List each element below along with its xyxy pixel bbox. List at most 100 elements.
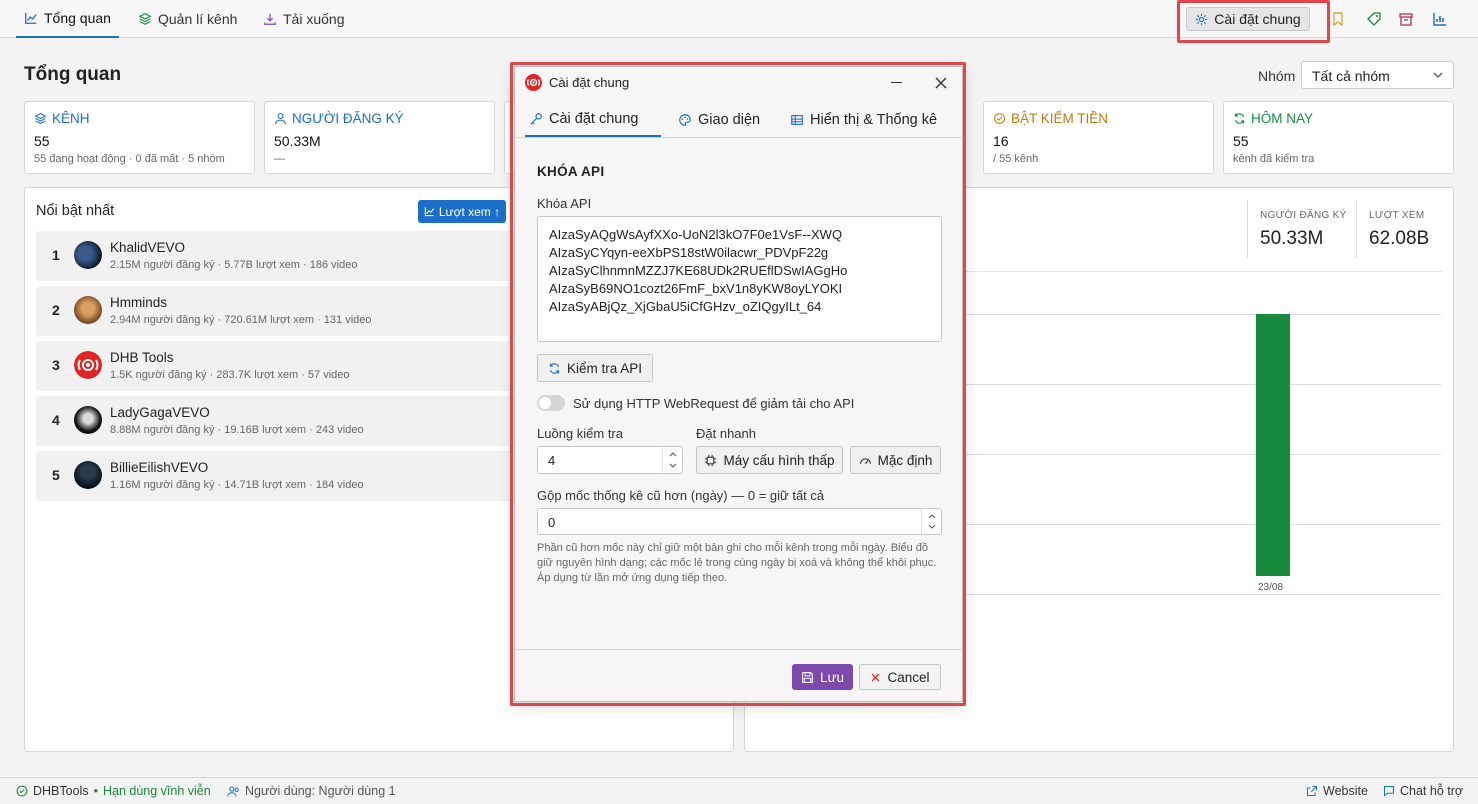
- channel-meta: 1.16M người đăng ký · 14.71B lượt xem · …: [110, 479, 364, 491]
- general-settings-button[interactable]: Cài đặt chung: [1186, 7, 1310, 31]
- rank-number: 2: [52, 302, 60, 318]
- dialog-titlebar: Cài đặt chung: [515, 67, 962, 99]
- threads-label: Luồng kiểm tra: [537, 426, 623, 441]
- rank-number: 4: [52, 412, 60, 428]
- spin-buttons[interactable]: [921, 509, 941, 534]
- tab-label: Tải xuống: [283, 11, 345, 27]
- list-item[interactable]: 5 BillieEilishVEVO 1.16M người đăng ký ·…: [36, 451, 526, 501]
- avatar: [74, 351, 102, 379]
- card-sub: / 55 kênh: [993, 153, 1039, 165]
- channel-name: KhalidVEVO: [110, 240, 186, 255]
- group-label: Nhóm: [1258, 68, 1296, 84]
- spin-buttons[interactable]: [662, 447, 682, 473]
- website-label: Website: [1323, 784, 1368, 798]
- card-today: HÔM NAY 55 kênh đã kiểm tra: [1223, 101, 1454, 174]
- chart-icon[interactable]: [1432, 11, 1448, 27]
- floppy-icon: [802, 671, 813, 683]
- avatar: [74, 461, 102, 489]
- card-value: 55: [1233, 133, 1249, 149]
- tab-downloads[interactable]: Tải xuống: [255, 0, 352, 38]
- tab-appearance[interactable]: Giao diện: [674, 103, 764, 137]
- layers-icon: [138, 13, 152, 25]
- tab-overview[interactable]: Tổng quan: [16, 0, 119, 38]
- card-value: 55: [34, 133, 50, 149]
- subscribers-value: 50.33M: [1260, 228, 1324, 249]
- tab-general-settings[interactable]: Cài đặt chung: [525, 103, 661, 137]
- merge-label: Gộp mốc thống kê cũ hơn (ngày) — 0 = giữ…: [537, 488, 825, 503]
- channel-name: Hmminds: [110, 295, 168, 310]
- external-link-icon: [1306, 785, 1318, 797]
- dialog-footer: Lưu Cancel: [515, 649, 962, 701]
- button-label: Máy cấu hình thấp: [723, 452, 835, 468]
- channel-meta: 8.88M người đăng ký · 19.16B lượt xem · …: [110, 424, 364, 436]
- channel-name: DHB Tools: [110, 350, 174, 365]
- cancel-button[interactable]: Cancel: [859, 664, 941, 690]
- chevron-up-icon[interactable]: [928, 512, 936, 520]
- user-label: Người dùng: Người dùng 1: [245, 784, 396, 798]
- list-item[interactable]: 2 Hmminds 2.94M người đăng ký · 720.61M …: [36, 286, 526, 336]
- sort-views-button[interactable]: Lượt xem ↑: [418, 200, 506, 223]
- website-link[interactable]: Website: [1306, 784, 1368, 798]
- rank-number: 3: [52, 357, 60, 373]
- chevron-up-icon[interactable]: [669, 450, 677, 458]
- tab-label: Cài đặt chung: [549, 111, 639, 127]
- check-circle-icon: [16, 785, 28, 797]
- layers-icon: [34, 113, 47, 124]
- minimize-button[interactable]: [891, 82, 902, 83]
- http-webrequest-toggle[interactable]: [537, 395, 565, 411]
- default-button[interactable]: Mặc định: [850, 446, 941, 474]
- list-item[interactable]: 1 KhalidVEVO 2.15M người đăng ký · 5.77B…: [36, 231, 526, 281]
- group-select[interactable]: Tất cả nhóm: [1301, 61, 1454, 89]
- channel-name: LadyGagaVEVO: [110, 405, 210, 420]
- merge-help-text: Phần cũ hơn mốc này chỉ giữ một bản ghi …: [537, 542, 937, 584]
- api-key-line: AIzaSyClhnmnMZZJ7KE68UDk2RUEflDSwIAGgHo: [549, 263, 848, 278]
- tab-label: Giao diện: [698, 112, 761, 128]
- list-item[interactable]: 3 DHB Tools 1.5K người đăng ký · 283.7K …: [36, 341, 526, 391]
- chart-x-tick-label: 23/08: [1258, 582, 1284, 593]
- api-key-line: AIzaSyCYqyn-eeXbPS18stW0ilacwr_PDVpF22g: [549, 245, 829, 260]
- button-label: Kiểm tra API: [566, 360, 643, 376]
- api-key-textarea[interactable]: AIzaSyAQgWsAyfXXo-UoN2l3kO7F0e1VsF--XWQ …: [537, 216, 942, 342]
- rank-number: 5: [52, 467, 60, 483]
- sort-label: Lượt xem ↑: [438, 204, 501, 219]
- card-value: 50.33M: [274, 133, 321, 149]
- card-sub: kênh đã kiểm tra: [1233, 153, 1315, 165]
- settings-label: Cài đặt chung: [1214, 11, 1301, 27]
- tab-label: Quản lí kênh: [158, 11, 238, 27]
- top-channels-title: Nổi bật nhất: [36, 203, 115, 219]
- tab-channels[interactable]: Quản lí kênh: [130, 0, 245, 38]
- list-item[interactable]: 4 LadyGagaVEVO 8.88M người đăng ký · 19.…: [36, 396, 526, 446]
- status-bar: DHBTools • Hạn dùng vĩnh viễn Người dùng…: [0, 777, 1478, 804]
- card-title: KÊNH: [52, 111, 90, 126]
- channel-meta: 1.5K người đăng ký · 283.7K lượt xem · 5…: [110, 369, 350, 381]
- button-label: Cancel: [887, 669, 930, 685]
- chart-bar: [1256, 314, 1290, 576]
- users-icon: [227, 786, 239, 796]
- low-config-button[interactable]: Máy cấu hình thấp: [696, 446, 843, 474]
- card-title: BẬT KIẾM TIỀN: [1011, 111, 1109, 126]
- merge-days-stepper[interactable]: 0: [537, 508, 942, 535]
- license-status: Hạn dùng vĩnh viễn: [102, 784, 211, 798]
- close-icon[interactable]: [933, 75, 949, 91]
- channel-meta: 2.94M người đăng ký · 720.61M lượt xem ·…: [110, 314, 372, 326]
- app-name: DHBTools: [33, 784, 89, 798]
- channel-name: BillieEilishVEVO: [110, 460, 209, 475]
- card-subscribers: NGƯỜI ĐĂNG KÝ 50.33M —: [264, 101, 495, 174]
- tab-display-stats[interactable]: Hiển thị & Thống kê: [786, 103, 941, 137]
- threads-stepper[interactable]: 4: [537, 446, 683, 474]
- dialog-body: KHÓA API Khóa API AIzaSyAQgWsAyfXXo-UoN2…: [515, 139, 962, 649]
- save-button[interactable]: Lưu: [792, 664, 853, 690]
- download-icon: [264, 13, 276, 25]
- chart-gridline: [938, 524, 1441, 525]
- rank-number: 1: [52, 247, 60, 263]
- support-chat-link[interactable]: Chat hỗ trợ: [1383, 784, 1463, 798]
- group-select-value: Tất cả nhóm: [1312, 68, 1390, 84]
- bookmark-icon[interactable]: [1330, 11, 1346, 27]
- tag-icon[interactable]: [1366, 11, 1382, 27]
- chevron-down-icon[interactable]: [928, 523, 936, 531]
- chevron-down-icon[interactable]: [669, 462, 677, 470]
- check-api-button[interactable]: Kiểm tra API: [537, 354, 653, 382]
- card-monetization: BẬT KIẾM TIỀN 16 / 55 kênh: [983, 101, 1214, 174]
- archive-icon[interactable]: [1398, 11, 1414, 27]
- http-toggle-label: Sử dụng HTTP WebRequest để giảm tải cho …: [573, 396, 855, 411]
